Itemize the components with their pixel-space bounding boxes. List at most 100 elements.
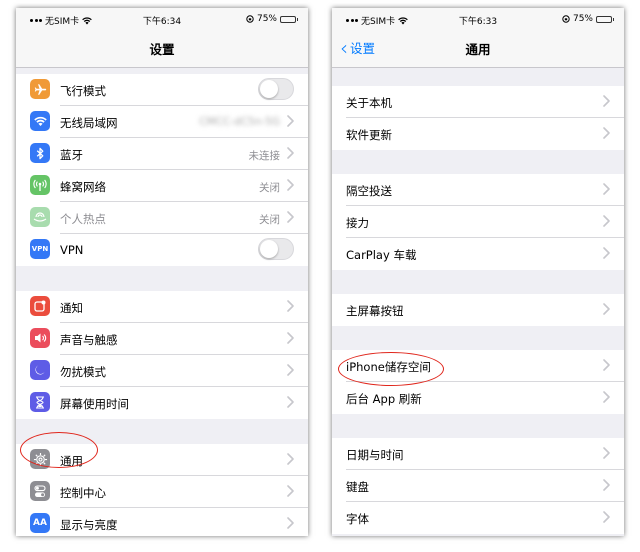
chevron-right-icon [603, 391, 610, 403]
chevron-right-icon [603, 479, 610, 491]
row-label: 通知 [60, 301, 83, 315]
icon-text: AA [33, 518, 47, 528]
row-label: 控制中心 [60, 486, 106, 500]
row-wifi[interactable]: 无线局域网 CMCC-dC5n-5G [16, 106, 308, 138]
toggle-knob [260, 80, 278, 98]
battery-icon [596, 15, 614, 23]
vpn-icon: VPN [30, 239, 50, 259]
row-keyboard[interactable]: 键盘 [332, 470, 624, 502]
row-value: 关闭 [259, 214, 280, 226]
row-label: 通用 [60, 454, 83, 468]
cellular-icon [30, 175, 50, 195]
battery-icon [280, 15, 298, 23]
toggle-knob [260, 240, 278, 258]
row-label: 蓝牙 [60, 148, 83, 162]
row-label: VPN [60, 243, 84, 257]
row-dnd[interactable]: 勿扰模式 [16, 355, 308, 387]
chevron-right-icon [287, 147, 294, 159]
general-screen: 无SIM卡 下午6:33 75% ‹ 设置 通用 关于本机 软件更新 隔空投送 接力 C… [332, 8, 624, 536]
row-handoff[interactable]: 接力 [332, 206, 624, 238]
chevron-right-icon [603, 511, 610, 523]
row-label: 关于本机 [346, 96, 392, 110]
toggle-switch[interactable] [258, 238, 294, 260]
hourglass-icon [30, 392, 50, 412]
row-home-button[interactable]: 主屏幕按钮 [332, 294, 624, 326]
row-label: 蜂窝网络 [60, 180, 106, 194]
chevron-right-icon [603, 359, 610, 371]
chevron-right-icon [287, 485, 294, 497]
chevron-right-icon [603, 447, 610, 459]
toggle-switch[interactable] [258, 78, 294, 100]
toggles-icon [30, 481, 50, 501]
row-value: 关闭 [259, 182, 280, 194]
chevron-right-icon [287, 364, 294, 376]
wifi-icon [30, 111, 50, 131]
row-value: CMCC-dC5n-5G [199, 116, 280, 128]
notifications-icon [30, 296, 50, 316]
bluetooth-icon [30, 143, 50, 163]
chevron-right-icon [287, 517, 294, 529]
orientation-lock-icon [562, 15, 570, 23]
row-label: iPhone储存空间 [346, 360, 431, 374]
chevron-right-icon [287, 332, 294, 344]
row-vpn[interactable]: VPN VPN [16, 234, 308, 266]
status-bar: 无SIM卡 下午6:34 75% [16, 8, 308, 30]
chevron-right-icon [287, 300, 294, 312]
row-airplane[interactable]: 飞行模式 [16, 74, 308, 106]
row-software-update[interactable]: 软件更新 [332, 118, 624, 150]
chevron-right-icon [603, 95, 610, 107]
row-label: 显示与亮度 [60, 518, 118, 532]
row-control-center[interactable]: 控制中心 [16, 476, 308, 508]
row-background-refresh[interactable]: 后台 App 刷新 [332, 382, 624, 414]
text-size-icon: AA [30, 513, 50, 533]
row-label: 个人热点 [60, 212, 106, 226]
icon-text: VPN [31, 245, 49, 253]
row-label: 勿扰模式 [60, 365, 106, 379]
gear-icon [30, 449, 50, 469]
battery-percent: 75% [572, 14, 593, 24]
row-label: CarPlay 车载 [346, 248, 417, 262]
row-label: 日期与时间 [346, 448, 404, 462]
row-label: 飞行模式 [60, 84, 106, 98]
row-airdrop[interactable]: 隔空投送 [332, 174, 624, 206]
row-label: 字体 [346, 512, 369, 526]
row-label: 隔空投送 [346, 184, 392, 198]
row-general[interactable]: 通用 [16, 444, 308, 476]
row-display[interactable]: AA 显示与亮度 [16, 508, 308, 536]
chevron-right-icon [287, 396, 294, 408]
chevron-right-icon [287, 179, 294, 191]
row-about[interactable]: 关于本机 [332, 86, 624, 118]
status-right: 75% [246, 14, 298, 24]
row-label: 声音与触感 [60, 333, 118, 347]
row-label: 软件更新 [346, 128, 392, 142]
row-screentime[interactable]: 屏幕使用时间 [16, 387, 308, 419]
row-sounds[interactable]: 声音与触感 [16, 323, 308, 355]
chevron-right-icon [603, 215, 610, 227]
status-right: 75% [562, 14, 614, 24]
chevron-right-icon [603, 247, 610, 259]
row-label: 主屏幕按钮 [346, 304, 404, 318]
speaker-icon [30, 328, 50, 348]
airplane-icon [30, 79, 50, 99]
row-label: 键盘 [346, 480, 369, 494]
page-title: 设置 [149, 42, 175, 57]
row-label: 无线局域网 [60, 116, 118, 130]
row-cellular[interactable]: 蜂窝网络 关闭 [16, 170, 308, 202]
nav-bar: 设置 [16, 30, 308, 68]
chevron-right-icon [603, 127, 610, 139]
row-fonts[interactable]: 字体 [332, 502, 624, 534]
row-date-time[interactable]: 日期与时间 [332, 438, 624, 470]
battery-percent: 75% [256, 14, 277, 24]
row-label: 后台 App 刷新 [346, 392, 422, 406]
orientation-lock-icon [246, 15, 254, 23]
row-notifications[interactable]: 通知 [16, 291, 308, 323]
nav-bar: ‹ 设置 通用 [332, 30, 624, 68]
row-carplay[interactable]: CarPlay 车载 [332, 238, 624, 270]
hotspot-icon [30, 207, 50, 227]
row-iphone-storage[interactable]: iPhone储存空间 [332, 350, 624, 382]
row-hotspot[interactable]: 个人热点 关闭 [16, 202, 308, 234]
settings-screen: 无SIM卡 下午6:34 75% 设置 飞行模式无线局域网 CMCC-dC5n-5… [16, 8, 308, 536]
row-label: 接力 [346, 216, 369, 230]
chevron-right-icon [287, 453, 294, 465]
row-bluetooth[interactable]: 蓝牙 未连接 [16, 138, 308, 170]
